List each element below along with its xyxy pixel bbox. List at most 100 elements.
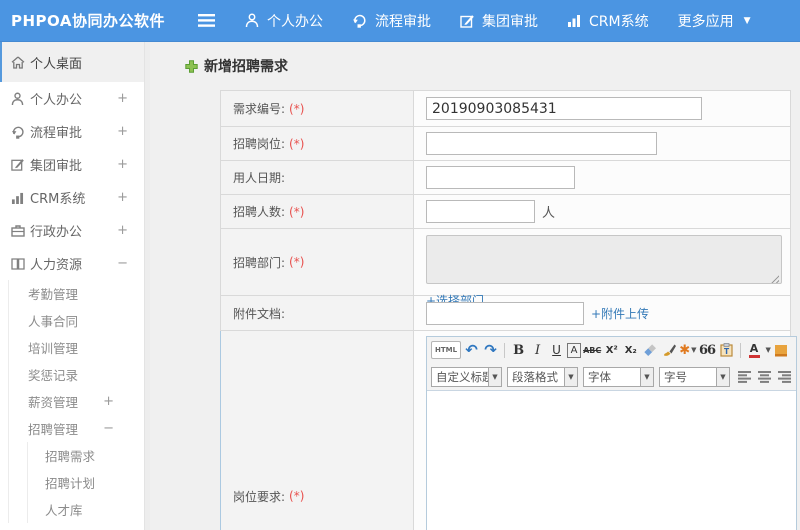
field-label: 岗位要求: (*) <box>221 331 414 530</box>
sidebar-item-recruit-mgmt[interactable]: 招聘管理 − <box>9 415 144 442</box>
attachment-upload-link[interactable]: +附件上传 <box>591 305 649 322</box>
bar-chart-icon <box>10 192 25 204</box>
bar-chart-icon <box>567 14 581 27</box>
sidebar-item-recruit-plan[interactable]: 招聘计划 <box>28 469 144 496</box>
caret-down-icon: ▼ <box>765 346 771 354</box>
demand-number-input[interactable] <box>426 97 702 120</box>
sidebar-item-reward-punishment[interactable]: 奖惩记录 <box>9 361 144 388</box>
process-refresh-icon <box>10 125 25 139</box>
field-label: 招聘人数: (*) <box>221 195 414 228</box>
svg-text:T: T <box>723 347 729 356</box>
form-row-recruit-department: 招聘部门: (*) +选择部门 <box>220 229 791 308</box>
sidebar-item-talent-pool[interactable]: 人才库 <box>28 496 144 523</box>
expand-icon[interactable]: + <box>117 91 128 106</box>
align-left-icon[interactable] <box>738 370 751 383</box>
attachment-input[interactable] <box>426 301 584 325</box>
form-row-hire-date: 用人日期: <box>220 161 791 195</box>
highlight-color-icon[interactable] <box>773 341 790 359</box>
paste-icon[interactable]: T <box>718 341 735 359</box>
caret-down-icon: ▼ <box>743 15 751 26</box>
hire-date-input[interactable] <box>426 166 575 189</box>
font-size-combobox[interactable]: 字号 ▼ <box>659 366 730 387</box>
recruit-submenu: 招聘需求 招聘计划 人才库 <box>27 442 144 523</box>
topnav-more-apps[interactable]: 更多应用 ▼ <box>678 11 751 31</box>
label-text: 用人日期: <box>233 171 286 185</box>
recruit-department-textarea[interactable] <box>426 235 782 284</box>
align-right-icon[interactable] <box>778 370 791 383</box>
caret-down-icon: ▼ <box>640 366 654 387</box>
redo-icon[interactable]: ↷ <box>482 341 499 359</box>
user-icon <box>10 92 25 106</box>
hr-submenu: 考勤管理 人事合同 培训管理 奖惩记录 薪资管理 + 招聘管理 − 招聘需求 招… <box>8 280 144 523</box>
undo-icon[interactable]: ↶ <box>463 341 480 359</box>
topnav-personal-office[interactable]: 个人办公 <box>245 11 323 31</box>
toolbar-separator <box>504 342 506 358</box>
align-center-icon[interactable] <box>758 370 771 383</box>
topnav-group-approval[interactable]: 集团审批 <box>460 11 538 31</box>
italic-button[interactable]: I <box>529 341 546 359</box>
form-row-demand-number: 需求编号: (*) <box>220 90 791 127</box>
field-label: 附件文档: <box>221 296 414 330</box>
caret-down-icon: ▼ <box>488 366 502 387</box>
required-mark: (*) <box>289 255 305 269</box>
expand-icon[interactable]: + <box>117 124 128 139</box>
topnav-crm-system[interactable]: CRM系统 <box>567 11 649 31</box>
custom-title-combobox[interactable]: 自定义标题 ▼ <box>431 366 502 387</box>
sidebar-item-group-approval[interactable]: 集团审批 + <box>0 148 144 181</box>
collapse-icon[interactable]: − <box>117 256 128 271</box>
html-source-button[interactable]: HTML <box>431 341 462 359</box>
field-value: 人 <box>414 195 790 228</box>
superscript-button[interactable]: X² <box>603 341 620 359</box>
sidebar-item-human-resources[interactable]: 人力资源 − <box>0 247 144 280</box>
sidebar-item-personnel-contract[interactable]: 人事合同 <box>9 307 144 334</box>
sidebar-item-salary-mgmt[interactable]: 薪资管理 + <box>9 388 144 415</box>
sidebar-item-training-mgmt[interactable]: 培训管理 <box>9 334 144 361</box>
label-text: 岗位要求: <box>233 489 286 504</box>
field-label: 招聘部门: (*) <box>221 229 414 295</box>
form-row-recruit-count: 招聘人数: (*) 人 <box>220 195 791 229</box>
expand-icon[interactable]: + <box>103 394 114 409</box>
sidebar-item-workflow-approval[interactable]: 流程审批 + <box>0 115 144 148</box>
caret-down-icon: ▼ <box>716 366 730 387</box>
bold-button[interactable]: B <box>510 341 527 359</box>
briefcase-icon <box>10 224 25 237</box>
underline-button[interactable]: U <box>548 341 565 359</box>
sidebar-item-label: 流程审批 <box>30 126 83 141</box>
combo-value: 自定义标题 <box>431 366 488 387</box>
home-icon <box>10 56 25 69</box>
topnav-workflow-approval[interactable]: 流程审批 <box>352 11 431 31</box>
sidebar-item-label: 集团审批 <box>30 159 83 174</box>
expand-icon[interactable]: + <box>117 190 128 205</box>
format-brush-icon[interactable]: ✱ ▼ <box>679 341 696 359</box>
sidebar-item-crm-system[interactable]: CRM系统 + <box>0 181 144 214</box>
expand-icon[interactable]: + <box>117 223 128 238</box>
editor-content-area[interactable] <box>427 390 796 530</box>
sidebar-item-attendance-mgmt[interactable]: 考勤管理 <box>9 280 144 307</box>
paragraph-format-combobox[interactable]: 段落格式 ▼ <box>507 366 578 387</box>
eraser-icon[interactable] <box>641 341 658 359</box>
blockquote-button[interactable]: 66 <box>699 341 716 359</box>
border-text-button[interactable]: A <box>567 342 582 358</box>
recruit-demand-form: 需求编号: (*) 招聘岗位: (*) 用人日期: <box>220 90 797 530</box>
font-family-combobox[interactable]: 字体 ▼ <box>583 366 654 387</box>
format-brush-glyph: ✱ <box>679 342 691 358</box>
sidebar-item-admin-office[interactable]: 行政办公 + <box>0 214 144 247</box>
recruit-position-input[interactable] <box>426 132 657 155</box>
font-color-button[interactable]: A <box>746 341 763 359</box>
sidebar-item-personal-desktop[interactable]: 个人桌面 <box>0 42 144 82</box>
strikethrough-button[interactable]: ABC <box>583 341 601 359</box>
recruit-count-input[interactable] <box>426 200 535 223</box>
sidebar-item-personal-office[interactable]: 个人办公 + <box>0 82 144 115</box>
expand-icon[interactable]: + <box>117 157 128 172</box>
paintbrush-icon[interactable] <box>660 341 677 359</box>
sidebar-item-recruit-demand[interactable]: 招聘需求 <box>28 442 144 469</box>
sidebar-item-label: 薪资管理 <box>28 395 79 410</box>
field-value <box>414 127 790 160</box>
menu-toggle-icon[interactable] <box>198 14 215 27</box>
collapse-icon[interactable]: − <box>103 421 114 436</box>
font-color-glyph: A <box>749 341 759 355</box>
font-color-bar <box>748 354 760 358</box>
subscript-button[interactable]: X₂ <box>622 341 639 359</box>
sidebar-item-label: CRM系统 <box>30 192 86 207</box>
sidebar-item-label: 招聘计划 <box>45 476 96 491</box>
